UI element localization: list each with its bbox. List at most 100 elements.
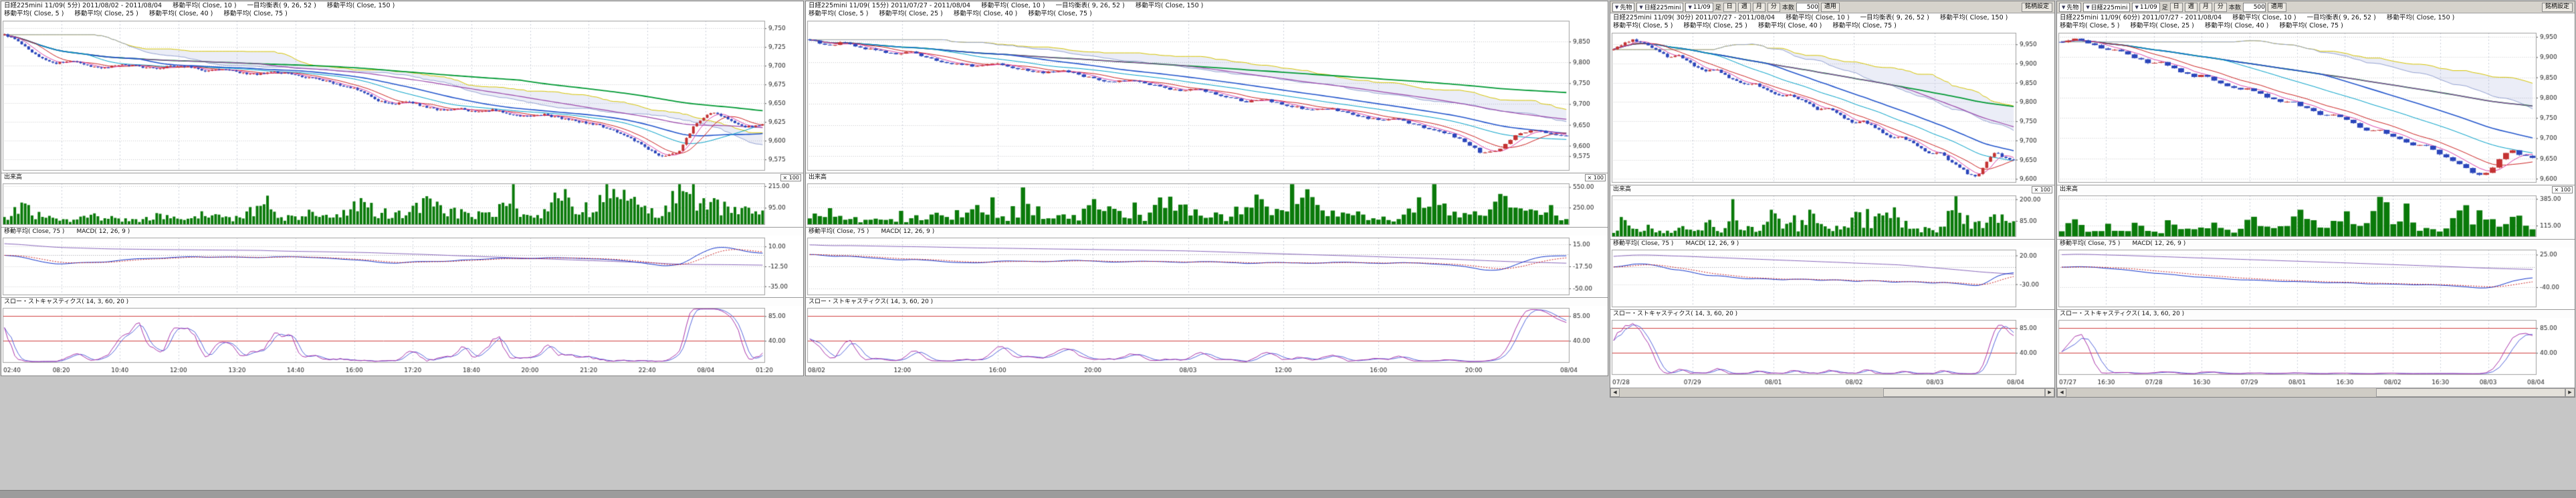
legend-ma75: 移動平均( Close, 75 ) <box>2279 22 2343 30</box>
scroll-left-button[interactable]: ◀ <box>1610 388 1620 397</box>
stochastics-chart-canvas[interactable] <box>1610 318 2054 377</box>
legend-ma25: 移動平均( Close, 25 ) <box>1683 22 1747 30</box>
stoch-section-header: スロー・ストキャスティクス( 14, 3, 60, 20 ) <box>2057 309 2575 318</box>
legend-ma75: 移動平均( Close, 75 ) <box>1028 10 1091 18</box>
symbol-select[interactable]: ▼ 日経225mini <box>2083 3 2130 12</box>
scroll-left-icon: ◀ <box>1613 390 1616 395</box>
volume-chart-canvas[interactable] <box>1 181 803 227</box>
legend-ichimoku: 一目均衡表( 9, 26, 52 ) <box>247 2 316 10</box>
price-chart-canvas[interactable] <box>2057 31 2575 185</box>
scroll-right-button[interactable]: ▶ <box>2045 388 2054 397</box>
stochastics-label: スロー・ストキャスティクス( 14, 3, 60, 20 ) <box>4 298 128 306</box>
macd-section-header: 移動平均( Close, 75 ) MACD( 12, 26, 9 ) <box>1610 239 2054 248</box>
market-select-value: 先物 <box>1620 3 1632 11</box>
period-day-button[interactable]: 日 <box>1723 3 1736 12</box>
legend-ma25: 移動平均( Close, 25 ) <box>2130 22 2193 30</box>
scroll-right-button[interactable]: ▶ <box>2565 388 2575 397</box>
legend-ma150: 移動平均( Close, 150 ) <box>327 2 395 10</box>
period-week-button[interactable]: 週 <box>2185 3 2197 12</box>
chart-h-scrollbar[interactable]: ◀ ▶ <box>1610 388 2054 397</box>
volume-section-header: 出来高 × 100 <box>806 173 1608 181</box>
contract-select-value: 11/09 <box>2140 4 2157 11</box>
stoch-section-header: スロー・ストキャスティクス( 14, 3, 60, 20 ) <box>806 297 1608 306</box>
volume-chart-canvas[interactable] <box>2057 193 2575 239</box>
bar-count-input[interactable] <box>2243 3 2266 12</box>
time-axis <box>806 365 1608 376</box>
price-chart-canvas[interactable] <box>1 19 803 173</box>
scroll-track[interactable] <box>2066 388 2565 397</box>
scroll-left-button[interactable]: ◀ <box>2057 388 2066 397</box>
legend-ma40: 移動平均( Close, 40 ) <box>1758 22 1822 30</box>
scroll-right-icon: ▶ <box>2048 390 2051 395</box>
apply-button[interactable]: 適用 <box>2268 3 2286 12</box>
macd-label: MACD( 12, 26, 9 ) <box>76 228 130 236</box>
volume-chart-canvas[interactable] <box>1610 193 2054 239</box>
scroll-left-icon: ◀ <box>2060 390 2063 395</box>
price-chart-canvas[interactable] <box>806 19 1608 173</box>
chart-window-15min: 日経225mini 11/09( 15分) 2011/07/27 - 2011/… <box>805 1 1608 376</box>
symbol-settings-button[interactable]: 銘柄設定 <box>2542 3 2573 12</box>
scroll-track[interactable] <box>1620 388 2045 397</box>
stochastics-chart-canvas[interactable] <box>2057 318 2575 377</box>
dropdown-arrow-icon: ▼ <box>2135 5 2138 10</box>
chart-toolbar: ▼ 先物 ▼ 日経225mini ▼ 11/09 足 日 週 月 分 本数 適用… <box>2057 1 2575 13</box>
chart-title: 日経225mini 11/09( 30分) 2011/07/27 - 2011/… <box>1613 14 1775 22</box>
macd-chart-canvas[interactable] <box>1610 248 2054 309</box>
chart-toolbar: ▼ 先物 ▼ 日経225mini ▼ 11/09 足 日 週 月 分 本数 適用… <box>1610 1 2054 13</box>
symbol-settings-button[interactable]: 銘柄設定 <box>2022 3 2052 12</box>
stoch-section-header: スロー・ストキャスティクス( 14, 3, 60, 20 ) <box>1 297 803 306</box>
legend-ma5: 移動平均( Close, 5 ) <box>4 10 64 18</box>
volume-chart-canvas[interactable] <box>806 181 1608 227</box>
chart-title: 日経225mini 11/09( 5分) 2011/08/02 - 2011/0… <box>4 2 162 10</box>
time-axis <box>2057 377 2575 388</box>
apply-button[interactable]: 適用 <box>1821 3 1840 12</box>
period-minute-button[interactable]: 分 <box>1767 3 1780 12</box>
time-axis <box>1 365 803 376</box>
bar-count-label: 本数 <box>2229 3 2241 11</box>
chart-window-30min: ▼ 先物 ▼ 日経225mini ▼ 11/09 足 日 週 月 分 本数 適用… <box>1610 1 2055 398</box>
macd-chart-canvas[interactable] <box>2057 248 2575 309</box>
scroll-thumb[interactable] <box>1883 388 2045 397</box>
price-chart-canvas[interactable] <box>1610 31 2054 185</box>
macd-section-header: 移動平均( Close, 75 ) MACD( 12, 26, 9 ) <box>806 227 1608 236</box>
stochastics-label: スロー・ストキャスティクス( 14, 3, 60, 20 ) <box>809 298 933 306</box>
volume-unit-badge: × 100 <box>780 174 801 181</box>
chart-header: 日経225mini 11/09( 30分) 2011/07/27 - 2011/… <box>1610 13 2054 31</box>
volume-unit-badge: × 100 <box>2032 186 2052 193</box>
period-month-button[interactable]: 月 <box>1753 3 1765 12</box>
legend-ma40: 移動平均( Close, 40 ) <box>149 10 213 18</box>
dropdown-arrow-icon: ▼ <box>1615 5 1618 10</box>
period-minute-button[interactable]: 分 <box>2214 3 2227 12</box>
chart-h-scrollbar[interactable]: ◀ ▶ <box>2057 388 2575 397</box>
stochastics-chart-canvas[interactable] <box>806 306 1608 365</box>
scroll-right-icon: ▶ <box>2568 390 2571 395</box>
macd-chart-canvas[interactable] <box>806 236 1608 297</box>
macd-section-header: 移動平均( Close, 75 ) MACD( 12, 26, 9 ) <box>1 227 803 236</box>
contract-select[interactable]: ▼ 11/09 <box>1685 3 1713 12</box>
legend-ma10: 移動平均( Close, 10 ) <box>2232 14 2296 22</box>
stochastics-label: スロー・ストキャスティクス( 14, 3, 60, 20 ) <box>2060 310 2184 318</box>
page: { "window": {"bg": "#c6c6c6", "accent_up… <box>0 0 2576 498</box>
dropdown-arrow-icon: ▼ <box>1688 5 1691 10</box>
stochastics-chart-canvas[interactable] <box>1 306 803 365</box>
contract-select[interactable]: ▼ 11/09 <box>2132 3 2159 12</box>
market-select-value: 先物 <box>2066 3 2078 11</box>
period-day-button[interactable]: 日 <box>2170 3 2183 12</box>
market-select[interactable]: ▼ 先物 <box>1612 3 1634 12</box>
legend-ma5: 移動平均( Close, 5 ) <box>809 10 868 18</box>
volume-label: 出来高 <box>809 173 827 181</box>
period-week-button[interactable]: 週 <box>1738 3 1751 12</box>
period-month-button[interactable]: 月 <box>2199 3 2212 12</box>
bar-count-input[interactable] <box>1796 3 1819 12</box>
scroll-thumb[interactable] <box>2376 388 2565 397</box>
chart-header: 日経225mini 11/09( 5分) 2011/08/02 - 2011/0… <box>1 1 803 19</box>
macd-chart-canvas[interactable] <box>1 236 803 297</box>
legend-ma75: 移動平均( Close, 75 ) <box>223 10 287 18</box>
bar-count-label: 本数 <box>1782 3 1794 11</box>
volume-unit-badge: × 100 <box>1585 174 1606 181</box>
legend-ma75: 移動平均( Close, 75 ) <box>1832 22 1896 30</box>
symbol-select[interactable]: ▼ 日経225mini <box>1636 3 1683 12</box>
time-axis <box>1610 377 2054 388</box>
market-select[interactable]: ▼ 先物 <box>2059 3 2081 12</box>
macd-ma-label: 移動平均( Close, 75 ) <box>809 228 869 236</box>
